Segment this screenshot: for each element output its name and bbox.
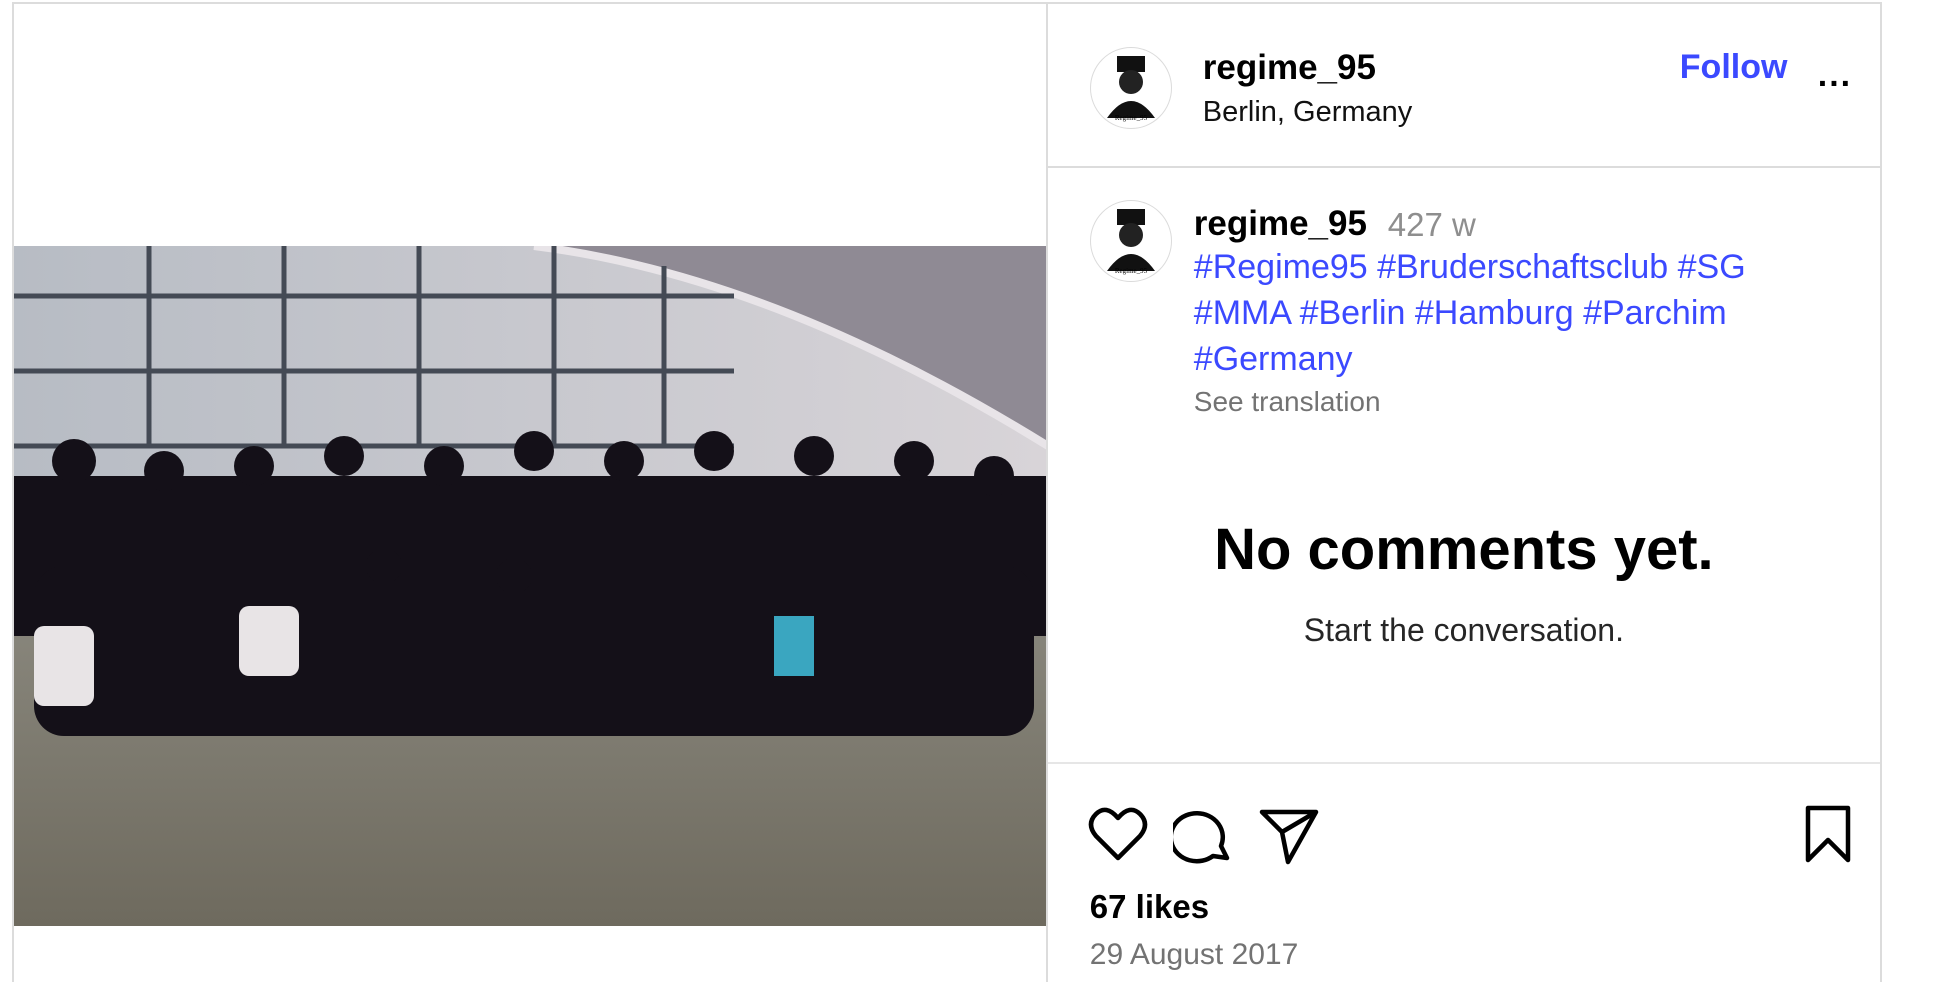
hashtag-link[interactable]: #Bruderschaftsclub [1377, 248, 1668, 286]
see-translation-link[interactable]: See translation [1194, 386, 1381, 418]
hashtag-link[interactable]: #Hamburg [1415, 294, 1574, 332]
no-comments-subtitle: Start the conversation. [1303, 612, 1624, 648]
hashtag-link[interactable]: #SG [1678, 248, 1746, 286]
bookmark-icon[interactable] [1804, 804, 1852, 869]
caption-username[interactable]: regime_95 [1194, 204, 1367, 244]
post-sidebar: Regime_95 regime_95 Berlin, Germany Foll… [1045, 4, 1880, 982]
post-photo[interactable] [14, 246, 1048, 926]
caption-avatar[interactable]: Regime_95 [1089, 200, 1172, 282]
post-location[interactable]: Berlin, Germany [1203, 96, 1413, 129]
comment-icon[interactable] [1168, 806, 1233, 871]
likes-count[interactable]: 67 likes [1090, 888, 1209, 926]
hashtag-link[interactable]: #Regime95 [1194, 248, 1368, 286]
avatar-image: Regime_95 [1106, 209, 1155, 275]
media-panel [14, 4, 1048, 982]
hashtag-link[interactable]: #MMA [1194, 294, 1290, 332]
share-icon[interactable] [1258, 806, 1320, 871]
post-date: 29 August 2017 [1089, 938, 1299, 971]
caption-hashtags: #Regime95 #Bruderschaftsclub #SG #MMA #B… [1194, 244, 1834, 382]
post-header: Regime_95 regime_95 Berlin, Germany Foll… [1047, 4, 1880, 168]
post-age[interactable]: 427 w [1388, 206, 1476, 244]
no-comments-title: No comments yet. [1214, 517, 1714, 582]
post-username[interactable]: regime_95 [1203, 48, 1376, 88]
hashtag-link[interactable]: #Berlin [1300, 294, 1406, 332]
avatar-image: Regime_95 [1106, 56, 1155, 122]
post-container: Regime_95 regime_95 Berlin, Germany Foll… [12, 2, 1882, 982]
svg-text:Regime_95: Regime_95 [1115, 114, 1148, 122]
more-options-icon[interactable]: ... [1818, 56, 1852, 95]
action-bar: 67 likes 29 August 2017 [1047, 762, 1880, 986]
hashtag-link[interactable]: #Parchim [1583, 294, 1727, 332]
avatar[interactable]: Regime_95 [1089, 47, 1172, 129]
hashtag-link[interactable]: #Germany [1194, 340, 1353, 378]
svg-text:Regime_95: Regime_95 [1115, 267, 1148, 275]
heart-icon[interactable] [1088, 806, 1148, 867]
follow-button[interactable]: Follow [1680, 48, 1788, 87]
